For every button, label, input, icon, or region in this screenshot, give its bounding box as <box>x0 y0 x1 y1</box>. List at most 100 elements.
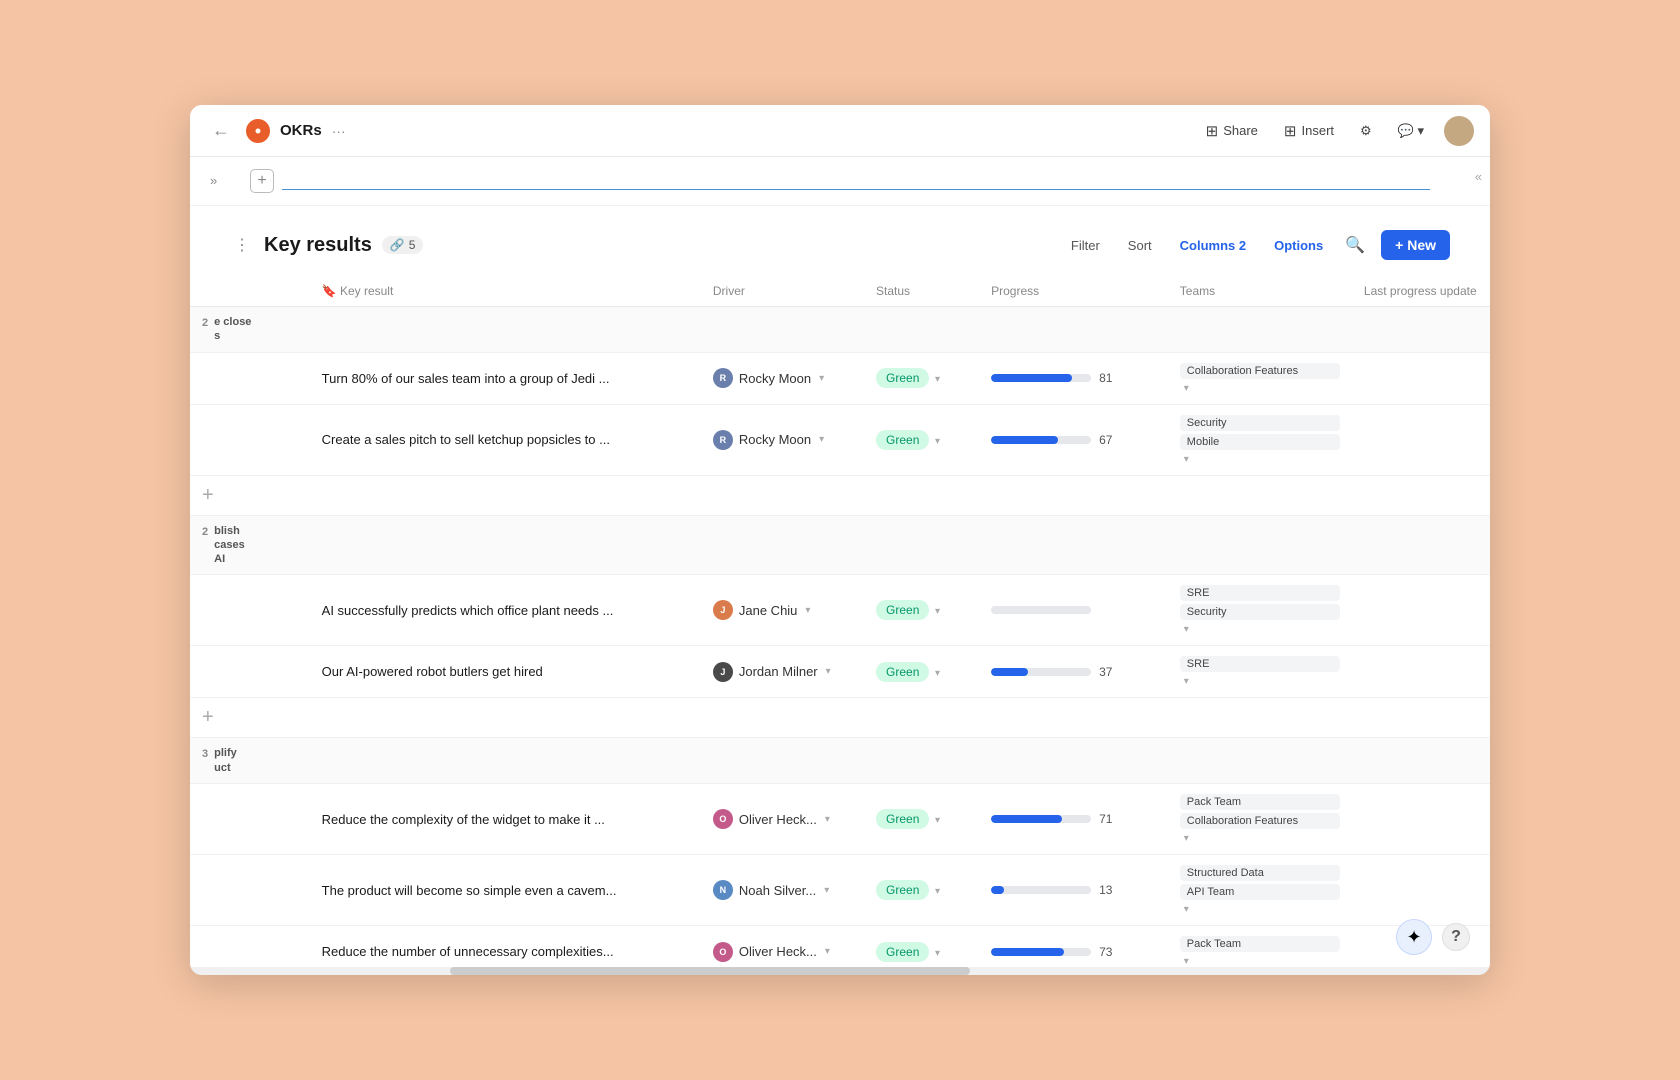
kr-link-badge[interactable]: 🔗 5 <box>382 236 424 254</box>
table-header-row: 🔖 Key result Driver Status Progress Team… <box>190 276 1490 307</box>
driver-name: Rocky Moon <box>739 371 811 386</box>
insert-button[interactable]: ⊞ Insert <box>1278 118 1340 144</box>
status-caret[interactable]: ▾ <box>935 374 940 385</box>
progress-bar-fill <box>991 436 1058 444</box>
col-kr-label: Key result <box>340 284 393 298</box>
status-badge[interactable]: Green <box>876 809 929 829</box>
status-badge[interactable]: Green <box>876 662 929 682</box>
add-row: + <box>190 698 1490 738</box>
driver-avatar: R <box>713 368 733 388</box>
add-button[interactable]: + <box>190 475 1490 515</box>
row-empty-cell <box>190 404 310 475</box>
teams-caret[interactable]: ▾ <box>1184 454 1189 465</box>
sparkle-button[interactable]: ✦ <box>1396 919 1432 955</box>
teams-cell: Pack TeamCollaboration Features ▾ <box>1168 784 1352 855</box>
kr-name-cell: The product will become so simple even a… <box>310 855 701 926</box>
last-update-cell <box>1352 404 1490 475</box>
teams-cell: Structured DataAPI Team ▾ <box>1168 855 1352 926</box>
row-empty-cell <box>190 784 310 855</box>
group-row: 2 blishcasesAI <box>190 515 1490 575</box>
filter-button[interactable]: Filter <box>1065 234 1106 257</box>
kr-name[interactable]: Reduce the complexity of the widget to m… <box>322 812 605 827</box>
teams-caret[interactable]: ▾ <box>1184 956 1189 967</box>
driver-caret[interactable]: ▾ <box>819 373 824 384</box>
status-caret[interactable]: ▾ <box>935 668 940 679</box>
status-caret[interactable]: ▾ <box>935 436 940 447</box>
status-badge[interactable]: Green <box>876 600 929 620</box>
comment-button[interactable]: 💬 ▾ <box>1392 119 1430 143</box>
share-button[interactable]: ⊞ Share <box>1200 118 1264 144</box>
kr-name[interactable]: Turn 80% of our sales team into a group … <box>322 371 610 386</box>
col-header-key-result: 🔖 Key result <box>310 276 701 307</box>
kr-name[interactable]: AI successfully predicts which office pl… <box>322 603 614 618</box>
horizontal-scrollbar[interactable] <box>190 967 1490 975</box>
status-caret[interactable]: ▾ <box>935 606 940 617</box>
driver-caret[interactable]: ▾ <box>825 946 830 957</box>
driver-name: Oliver Heck... <box>739 944 817 959</box>
driver-caret[interactable]: ▾ <box>824 885 829 896</box>
status-caret[interactable]: ▾ <box>935 948 940 959</box>
progress-bar-bg <box>991 948 1091 956</box>
help-buttons: ✦ ? <box>1396 919 1470 955</box>
options-button[interactable]: Options <box>1268 234 1329 257</box>
add-button[interactable]: + <box>190 698 1490 738</box>
status-cell: Green ▾ <box>864 855 979 926</box>
app-menu-dots[interactable]: ··· <box>332 123 346 139</box>
help-button[interactable]: ? <box>1442 923 1470 951</box>
status-badge[interactable]: Green <box>876 880 929 900</box>
settings-button[interactable]: ⚙ <box>1354 119 1378 143</box>
main-content: + ⋮ Key results 🔗 5 Filter Sort Columns … <box>190 157 1490 967</box>
new-button[interactable]: + New <box>1381 230 1450 260</box>
last-update-cell <box>1352 855 1490 926</box>
app-title: OKRs <box>280 122 322 139</box>
user-avatar[interactable] <box>1444 116 1474 146</box>
driver-caret[interactable]: ▾ <box>805 605 810 616</box>
kr-name[interactable]: The product will become so simple even a… <box>322 883 617 898</box>
progress-cell: 81 <box>979 352 1168 404</box>
kr-menu-dots[interactable]: ⋮ <box>230 231 254 259</box>
scrollbar-thumb[interactable] <box>450 967 970 975</box>
table-row: AI successfully predicts which office pl… <box>190 575 1490 646</box>
team-tag: Security <box>1180 604 1340 620</box>
status-badge[interactable]: Green <box>876 368 929 388</box>
kr-name[interactable]: Reduce the number of unnecessary complex… <box>322 944 614 959</box>
sort-button[interactable]: Sort <box>1122 234 1158 257</box>
group-label: blishcasesAI <box>214 524 245 567</box>
key-results-table: 🔖 Key result Driver Status Progress Team… <box>190 276 1490 967</box>
driver-name: Noah Silver... <box>739 883 816 898</box>
kr-name[interactable]: Our AI-powered robot butlers get hired <box>322 664 543 679</box>
columns-button[interactable]: Columns 2 <box>1174 234 1252 257</box>
driver-caret[interactable]: ▾ <box>825 814 830 825</box>
driver-cell: J Jordan Milner ▾ <box>701 646 864 698</box>
teams-caret[interactable]: ▾ <box>1184 904 1189 915</box>
status-badge[interactable]: Green <box>876 430 929 450</box>
add-item-button[interactable]: + <box>250 169 274 193</box>
progress-cell: 71 <box>979 784 1168 855</box>
status-badge[interactable]: Green <box>876 942 929 962</box>
driver-name: Jordan Milner <box>739 664 818 679</box>
teams-caret[interactable]: ▾ <box>1184 624 1189 635</box>
new-button-label: + New <box>1395 237 1436 253</box>
kr-header-right: Filter Sort Columns 2 Options 🔍 + New <box>1065 230 1450 260</box>
driver-caret[interactable]: ▾ <box>826 666 831 677</box>
team-tag: Collaboration Features <box>1180 813 1340 829</box>
teams-caret[interactable]: ▾ <box>1184 676 1189 687</box>
teams-caret[interactable]: ▾ <box>1184 833 1189 844</box>
group-label: e closes <box>214 315 251 344</box>
driver-caret[interactable]: ▾ <box>819 434 824 445</box>
col-header-teams: Teams <box>1168 276 1352 307</box>
search-button[interactable]: 🔍 <box>1345 235 1365 255</box>
status-caret[interactable]: ▾ <box>935 886 940 897</box>
kr-name[interactable]: Create a sales pitch to sell ketchup pop… <box>322 432 610 447</box>
status-caret[interactable]: ▾ <box>935 815 940 826</box>
driver-avatar: O <box>713 809 733 829</box>
teams-caret[interactable]: ▾ <box>1184 383 1189 394</box>
progress-number: 71 <box>1099 812 1121 826</box>
back-button[interactable]: ← <box>206 116 236 145</box>
progress-number: 67 <box>1099 433 1121 447</box>
bookmark-icon: 🔖 <box>322 284 337 298</box>
status-cell: Green ▾ <box>864 646 979 698</box>
new-item-input[interactable] <box>282 173 1430 190</box>
last-update-cell <box>1352 352 1490 404</box>
row-empty-cell <box>190 926 310 967</box>
